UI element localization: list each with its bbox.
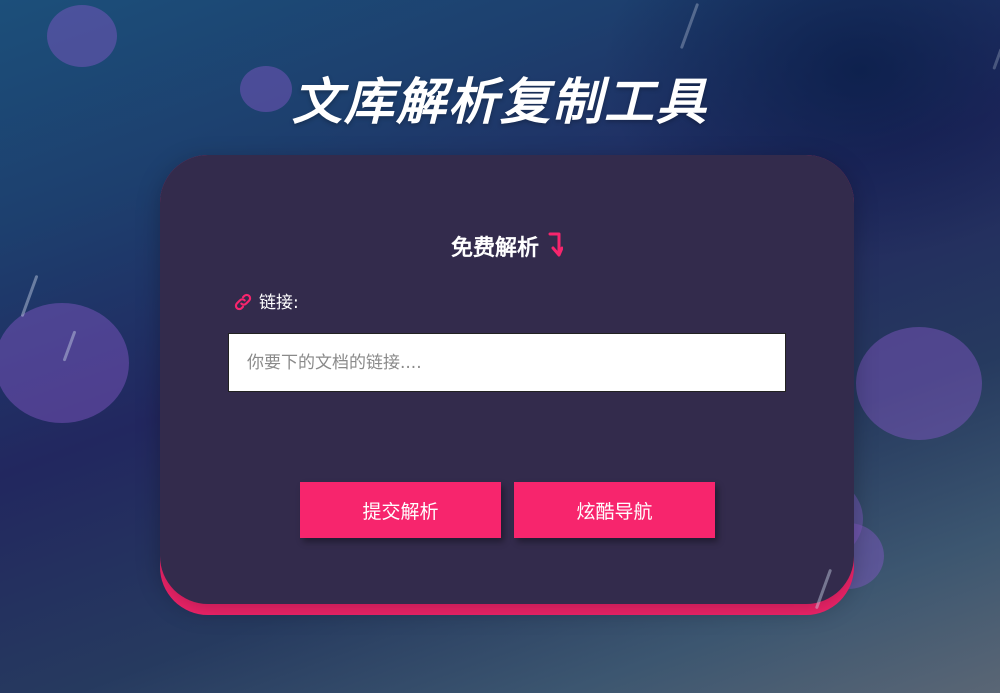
submit-parse-button[interactable]: 提交解析 xyxy=(300,482,501,538)
decor-bubble xyxy=(856,327,982,440)
card-heading: 免费解析 xyxy=(160,230,854,262)
link-input[interactable] xyxy=(228,333,786,392)
decor-streak xyxy=(679,2,700,50)
page-title: 文库解析复制工具 xyxy=(292,73,708,131)
link-label-text: 链接: xyxy=(259,293,299,313)
card-heading-text: 免费解析 xyxy=(450,236,539,261)
arrow-down-icon xyxy=(548,232,563,257)
link-icon xyxy=(234,293,252,311)
page-background: 文库解析复制工具 免费解析 链接: 提交解析 炫酷导航 xyxy=(0,0,1000,693)
card-accent-border: 免费解析 链接: 提交解析 炫酷导航 xyxy=(160,155,854,615)
link-field-label: 链接: xyxy=(233,288,299,313)
decor-bubble xyxy=(47,5,117,67)
decor-bubble xyxy=(0,303,129,423)
cool-navigation-button[interactable]: 炫酷导航 xyxy=(514,482,715,538)
parse-card: 免费解析 链接: 提交解析 炫酷导航 xyxy=(160,155,854,604)
